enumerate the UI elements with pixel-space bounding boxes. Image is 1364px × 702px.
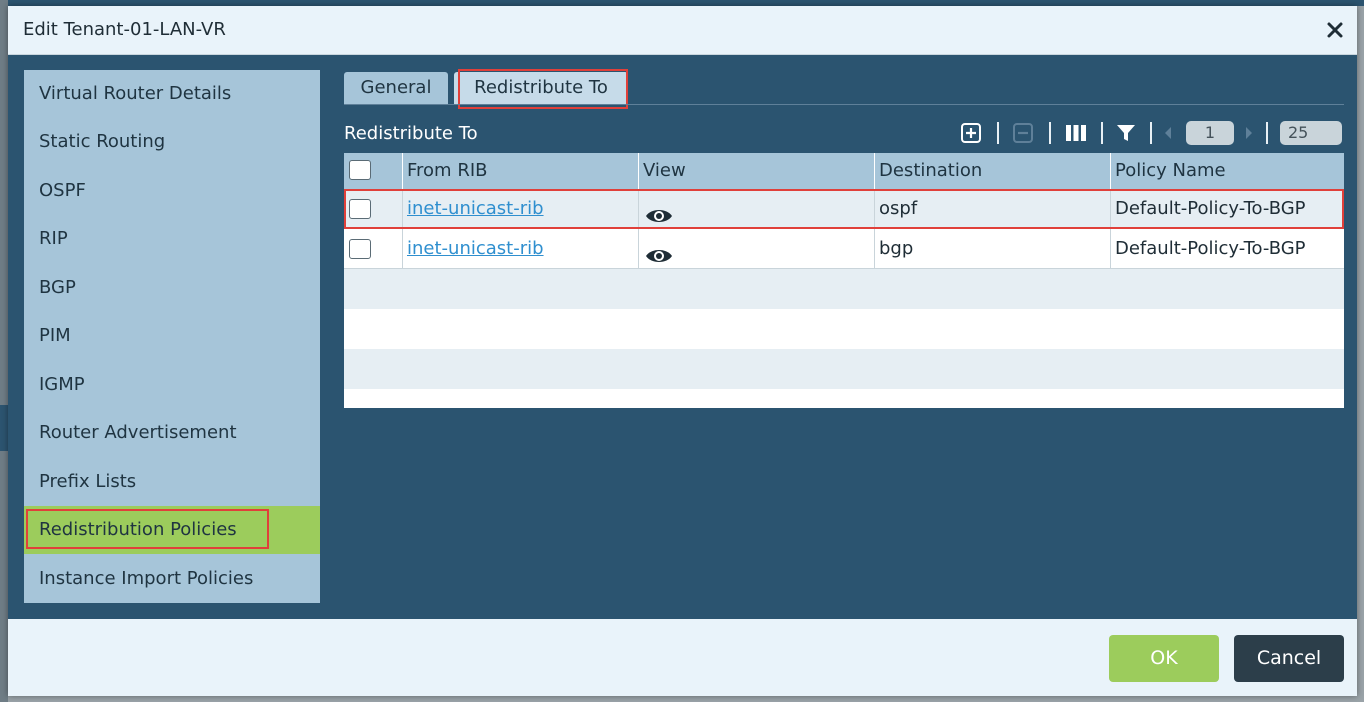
view-cell [639,229,875,269]
sidebar-item-bgp[interactable]: BGP [24,264,320,312]
columns-icon[interactable] [1064,120,1088,146]
edit-dialog: Edit Tenant-01-LAN-VR Virtual Router Det… [8,6,1357,696]
filter-icon[interactable] [1115,120,1137,146]
redistribute-grid: From RIB View Destination Policy Name in… [344,153,1344,408]
sidebar-item-prefix-lists[interactable]: Prefix Lists [24,458,320,506]
grid-toolbar: 1 25 [956,120,1346,146]
sidebar-item-redistribution-policies[interactable]: Redistribution Policies [24,506,320,554]
column-destination[interactable]: Destination [875,153,1111,189]
sidebar-item-label: Virtual Router Details [39,83,232,104]
sidebar-item-label: BGP [39,277,76,298]
sidebar-item-label: PIM [39,325,71,346]
sidebar-item-instance-import-policies[interactable]: Instance Import Policies [24,555,320,603]
toolbar-separator [997,122,999,144]
column-from-rib[interactable]: From RIB [403,153,639,189]
policy-name-cell: Default-Policy-To-BGP [1115,238,1306,259]
dialog-title: Edit Tenant-01-LAN-VR [23,19,226,40]
sidebar-item-label: OSPF [39,180,86,201]
sidebar-item-igmp[interactable]: IGMP [24,361,320,409]
toolbar-separator [1266,122,1268,144]
toolbar-separator [1049,122,1051,144]
sidebar-item-pim[interactable]: PIM [24,312,320,360]
toolbar-separator [1150,122,1152,144]
column-policy-name[interactable]: Policy Name [1111,153,1344,189]
from-rib-link[interactable]: inet-unicast-rib [407,238,544,259]
sidebar-item-label: Instance Import Policies [39,568,254,589]
highlight-box [344,189,1344,229]
empty-row [344,349,1344,389]
grid-header: From RIB View Destination Policy Name [344,153,1344,189]
sidebar-item-label: RIP [39,228,68,249]
row-select-cell [344,229,403,269]
sidebar-item-router-advertisement[interactable]: Router Advertisement [24,409,320,457]
prev-page-icon[interactable] [1161,120,1175,146]
dialog-footer: OK Cancel [8,619,1357,696]
tab-divider [344,104,1344,105]
ok-button[interactable]: OK [1109,635,1219,682]
sidebar-item-rip[interactable]: RIP [24,215,320,263]
empty-row [344,269,1344,309]
sidebar-item-ospf[interactable]: OSPF [24,167,320,215]
sidebar-item-virtual-router-details[interactable]: Virtual Router Details [24,70,320,118]
sidebar-nav: Virtual Router Details Static Routing OS… [24,70,320,603]
highlight-box [26,509,269,549]
row-checkbox[interactable] [349,239,371,259]
close-icon[interactable] [1323,18,1347,42]
from-rib-cell: inet-unicast-rib [403,229,639,269]
sidebar-item-static-routing[interactable]: Static Routing [24,118,320,166]
column-view[interactable]: View [639,153,875,189]
next-page-icon[interactable] [1242,120,1256,146]
add-icon[interactable] [960,120,982,146]
toolbar-separator [1101,122,1103,144]
tab-general[interactable]: General [344,72,448,104]
destination-cell: bgp [875,229,1111,269]
sidebar-item-label: IGMP [39,374,85,395]
background-app-strip [0,405,8,451]
tab-redistribute-to[interactable]: Redistribute To [454,69,628,109]
sidebar-item-label: Router Advertisement [39,422,237,443]
table-row[interactable]: inet-unicast-rib bgp Default-Policy-To-B… [344,229,1344,269]
sidebar-item-label: Static Routing [39,131,166,152]
highlight-box [458,69,628,109]
background-app [0,0,8,702]
header-select-all [344,153,403,189]
select-all-checkbox[interactable] [349,160,371,180]
section-title: Redistribute To [344,123,478,144]
remove-icon[interactable] [1012,120,1034,146]
page-number-field[interactable]: 1 [1186,121,1234,145]
page-size-select[interactable]: 25 [1280,121,1342,145]
dialog-header: Edit Tenant-01-LAN-VR [8,6,1357,55]
sidebar-item-label: Prefix Lists [39,471,137,492]
cancel-button[interactable]: Cancel [1234,635,1344,682]
empty-row [344,309,1344,349]
